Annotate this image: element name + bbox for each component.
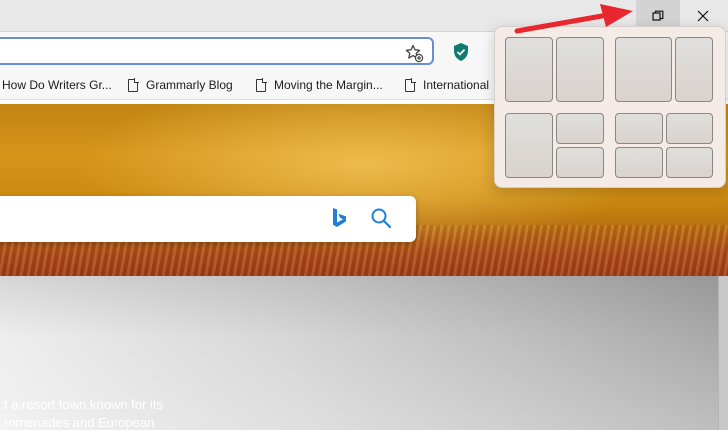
close-icon	[697, 10, 709, 22]
bookmark-item[interactable]: International	[405, 70, 489, 100]
bing-icon[interactable]	[330, 206, 348, 230]
scrollbar[interactable]	[718, 276, 728, 430]
restore-icon	[652, 10, 664, 21]
snap-zone-quad-bottom-right[interactable]	[666, 147, 713, 178]
snap-zone-quad-bottom-left[interactable]	[615, 147, 663, 178]
news-caption[interactable]: t a resort town known for its romenades …	[4, 396, 163, 432]
snap-zone-quad-top-left[interactable]	[615, 113, 663, 144]
snap-zone-bottom-right[interactable]	[556, 147, 604, 178]
news-caption-line: t a resort town known for its	[4, 397, 163, 412]
snap-zone-two-halves-right[interactable]	[556, 37, 604, 102]
snap-zone-quad-top-right[interactable]	[666, 113, 713, 144]
snap-layouts-flyout	[494, 26, 726, 188]
bookmark-label: Grammarly Blog	[146, 78, 233, 92]
bookmark-label: Moving the Margin...	[274, 78, 383, 92]
snap-zone-two-halves-left[interactable]	[505, 37, 553, 102]
shield-check-icon[interactable]	[452, 42, 470, 62]
page-icon	[128, 77, 139, 92]
snap-zone-narrow-right[interactable]	[675, 37, 713, 102]
bookmark-item[interactable]: Moving the Margin...	[256, 70, 383, 100]
page-icon	[405, 77, 416, 92]
bookmark-item[interactable]: Grammarly Blog	[128, 70, 233, 100]
add-favorite-star-icon[interactable]	[404, 43, 424, 63]
bookmark-item[interactable]: How Do Writers Gr...	[2, 70, 112, 100]
snap-zone-half-left[interactable]	[505, 113, 553, 178]
snap-zone-wide-left[interactable]	[615, 37, 672, 102]
news-caption-line: romenades and European	[4, 415, 155, 430]
bookmark-label: International	[423, 78, 490, 92]
snap-zone-top-right[interactable]	[556, 113, 604, 144]
address-bar[interactable]	[0, 37, 434, 65]
search-box[interactable]	[0, 196, 416, 242]
search-icon[interactable]	[369, 206, 393, 230]
bookmark-label: How Do Writers Gr...	[2, 78, 112, 92]
page-icon	[256, 77, 267, 92]
